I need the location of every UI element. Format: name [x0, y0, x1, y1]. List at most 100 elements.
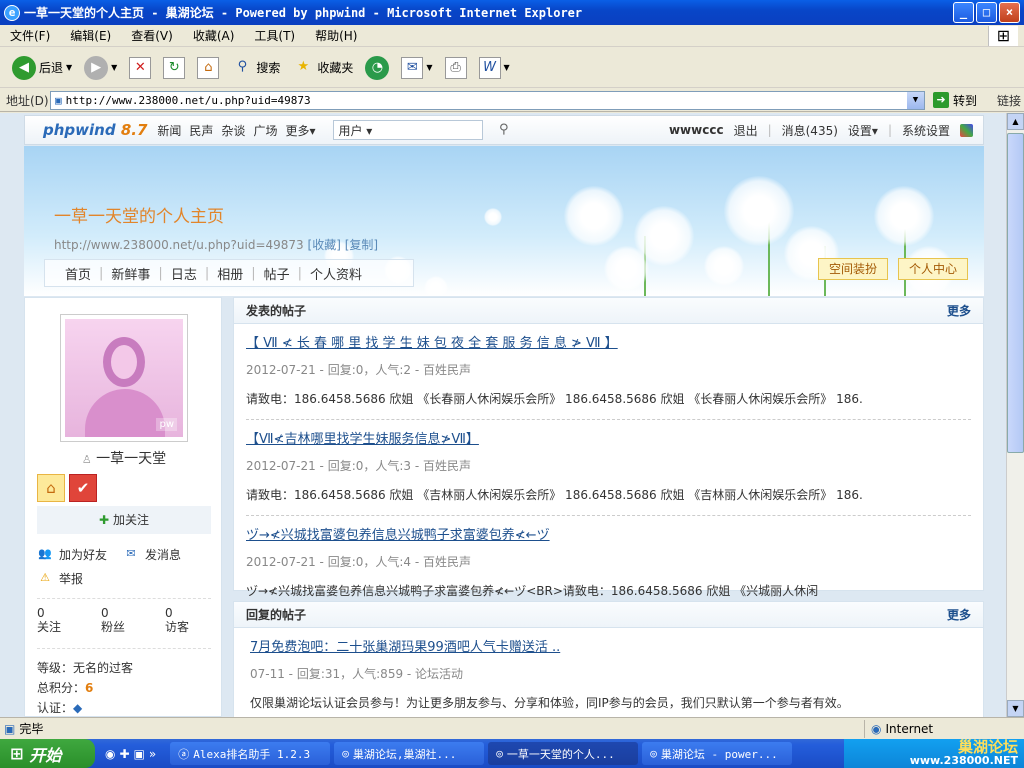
menu-file[interactable]: 文件(F) [0, 27, 60, 44]
posts-more-link[interactable]: 更多 [947, 302, 971, 319]
status-bar: ▣ 完毕 ◉ Internet [0, 717, 1024, 739]
level-label: 等级： [37, 661, 74, 675]
nav-voice[interactable]: 民声 [189, 122, 213, 139]
zone-indicator: ◉ Internet [864, 719, 1024, 738]
stop-button[interactable]: ✕ [125, 55, 155, 81]
site-logo[interactable]: phpwind 8.7 [43, 121, 147, 139]
nav-news[interactable]: 新闻 [157, 122, 181, 139]
address-dropdown-icon[interactable]: ▼ [907, 91, 924, 109]
task-chaohu-2[interactable]: ◎ 巢湖论坛 - power... [642, 742, 793, 765]
username-link[interactable]: wwwccc [669, 123, 724, 137]
address-url: http://www.238000.net/u.php?uid=49873 [65, 93, 311, 107]
copy-link[interactable]: [复制] [345, 238, 378, 252]
site-search-input[interactable]: 用户 ▾ ⚲ [333, 120, 508, 140]
space-title: 一草一天堂的个人主页 [54, 207, 224, 227]
scroll-down-icon[interactable]: ▼ [1007, 700, 1024, 717]
ie-quicklaunch-icon[interactable]: ◉ [105, 747, 115, 761]
send-message-action[interactable]: ✉ 发消息 [123, 546, 181, 563]
tab-posts[interactable]: 帖子 [264, 264, 290, 283]
forward-icon: ▶ [84, 55, 109, 80]
system-settings-link[interactable]: 系统设置 [902, 122, 950, 139]
favorites-button[interactable]: ★ 收藏夹 [288, 55, 357, 81]
post-title-link[interactable]: 【Ⅶ≮吉林哪里找学生妹服务信息≯Ⅶ】 [246, 428, 971, 447]
stat-fans[interactable]: 0 粉丝 [101, 606, 125, 634]
auth-label: 认证： [37, 701, 74, 715]
back-icon: ◀ [12, 55, 36, 80]
history-button[interactable]: ◔ [361, 54, 393, 82]
search-scope[interactable]: 用户 ▾ [338, 122, 372, 139]
decor-button[interactable]: 空间装扮 [818, 258, 889, 280]
profile-meta: 等级：无名的过客 总积分：6 认证：◆ [37, 658, 133, 717]
menu-edit[interactable]: 编辑(E) [60, 27, 121, 44]
add-friend-action[interactable]: 👥 加为好友 [37, 546, 107, 563]
tray-url: www.238000.NET [909, 753, 1018, 767]
reply-title-link[interactable]: 7月免费泡吧：二十张巢湖玛果99酒吧人气卡赠送活 .. [250, 636, 971, 655]
print-button[interactable]: ⎙ [441, 55, 471, 81]
post-title-link[interactable]: ヅ→≮兴城找富婆包养信息兴城鸭子求富婆包养≮←ヅ [246, 524, 971, 543]
profile-nav: 首页 | 新鲜事 | 日志 | 相册 | 帖子 | 个人资料 [44, 259, 414, 287]
nav-talk[interactable]: 杂谈 [221, 122, 245, 139]
tab-album[interactable]: 相册 [217, 264, 243, 283]
collect-link[interactable]: [收藏] [308, 238, 341, 252]
refresh-button[interactable]: ↻ [159, 55, 189, 81]
edit-button[interactable]: W ▼ [475, 55, 514, 81]
logout-link[interactable]: 退出 [734, 122, 758, 139]
tab-news[interactable]: 新鲜事 [111, 264, 150, 283]
tab-blog[interactable]: 日志 [171, 264, 197, 283]
close-button[interactable]: × [999, 2, 1020, 23]
menu-bar: 文件(F) 编辑(E) 查看(V) 收藏(A) 工具(T) 帮助(H) [0, 25, 1024, 47]
task-alexa[interactable]: ⓐ Alexa排名助手 1.2.3 [170, 742, 331, 765]
go-button[interactable]: ➜ 转到 [933, 92, 977, 109]
start-button[interactable]: ⊞ 开始 [0, 739, 95, 768]
scroll-thumb[interactable] [1007, 133, 1024, 453]
follow-label: 加关注 [113, 513, 150, 527]
replies-more-link[interactable]: 更多 [947, 606, 971, 623]
nav-more[interactable]: 更多▾ [285, 122, 315, 139]
back-button[interactable]: ◀ 后退 ▼ [8, 54, 76, 82]
mail-button[interactable]: ✉ ▼ [397, 55, 436, 81]
avatar-mark: pw [156, 418, 177, 431]
windows-logo-icon: ⊞ [988, 26, 1018, 46]
post-title-link[interactable]: 【 Ⅶ ≮ 长 春 哪 里 找 学 生 妹 包 夜 全 套 服 务 信 息 ≯ … [246, 332, 971, 351]
stop-icon: ✕ [129, 56, 152, 79]
task-label: 一草一天堂的个人... [506, 747, 615, 761]
follow-button[interactable]: ✚ 加关注 [37, 506, 211, 534]
list-item: 【Ⅶ≮吉林哪里找学生妹服务信息≯Ⅶ】 2012-07-21 - 回复:0，人气:… [246, 420, 971, 516]
ie-task-icon: ◎ [496, 747, 503, 760]
maximize-button[interactable]: □ [976, 2, 997, 23]
menu-tools[interactable]: 工具(T) [244, 27, 305, 44]
check-badge-icon[interactable]: ✔ [69, 474, 97, 502]
messages-link[interactable]: 消息(435) [782, 122, 838, 139]
avatar[interactable]: pw [60, 314, 188, 442]
home-button[interactable]: ⌂ [193, 55, 223, 81]
address-input[interactable]: ▣ http://www.238000.net/u.php?uid=49873 … [50, 90, 925, 110]
globe-icon: ◉ [871, 721, 882, 736]
settings-link[interactable]: 设置▾ [848, 122, 878, 139]
stat-visitors[interactable]: 0 访客 [165, 606, 189, 634]
scroll-up-icon[interactable]: ▲ [1007, 113, 1024, 130]
home-badge-icon[interactable]: ⌂ [37, 474, 65, 502]
page-scrollbar[interactable]: ▲ ▼ [1006, 113, 1024, 717]
friends-icon: 👥 [38, 547, 52, 560]
addon-quicklaunch-icon[interactable]: ✚ [119, 747, 129, 761]
menu-view[interactable]: 查看(V) [121, 27, 183, 44]
report-action[interactable]: ⚠ 举报 [37, 566, 181, 590]
minimize-button[interactable]: _ [953, 2, 974, 23]
forward-button[interactable]: ▶ ▼ [80, 54, 121, 82]
user-center-button[interactable]: 个人中心 [898, 258, 969, 280]
tab-profile[interactable]: 个人资料 [310, 264, 362, 283]
menu-help[interactable]: 帮助(H) [305, 27, 367, 44]
task-current-page[interactable]: ◎ 一草一天堂的个人... [488, 742, 639, 765]
menu-favorites[interactable]: 收藏(A) [183, 27, 245, 44]
nav-square[interactable]: 广场 [253, 122, 277, 139]
more-quicklaunch-icon[interactable]: » [149, 747, 156, 761]
stat-following[interactable]: 0 关注 [37, 606, 61, 634]
theme-icon[interactable] [960, 123, 973, 137]
app-quicklaunch-icon[interactable]: ▣ [134, 747, 145, 761]
tab-home[interactable]: 首页 [65, 264, 91, 283]
links-button[interactable]: 链接 [997, 92, 1021, 109]
task-chaohu-1[interactable]: ◎ 巢湖论坛,巢湖社... [334, 742, 485, 765]
posts-panel: 发表的帖子 更多 【 Ⅶ ≮ 长 春 哪 里 找 学 生 妹 包 夜 全 套 服… [233, 297, 984, 598]
site-search-icon[interactable]: ⚲ [499, 122, 509, 137]
search-button[interactable]: ⚲ 搜索 [227, 55, 284, 81]
